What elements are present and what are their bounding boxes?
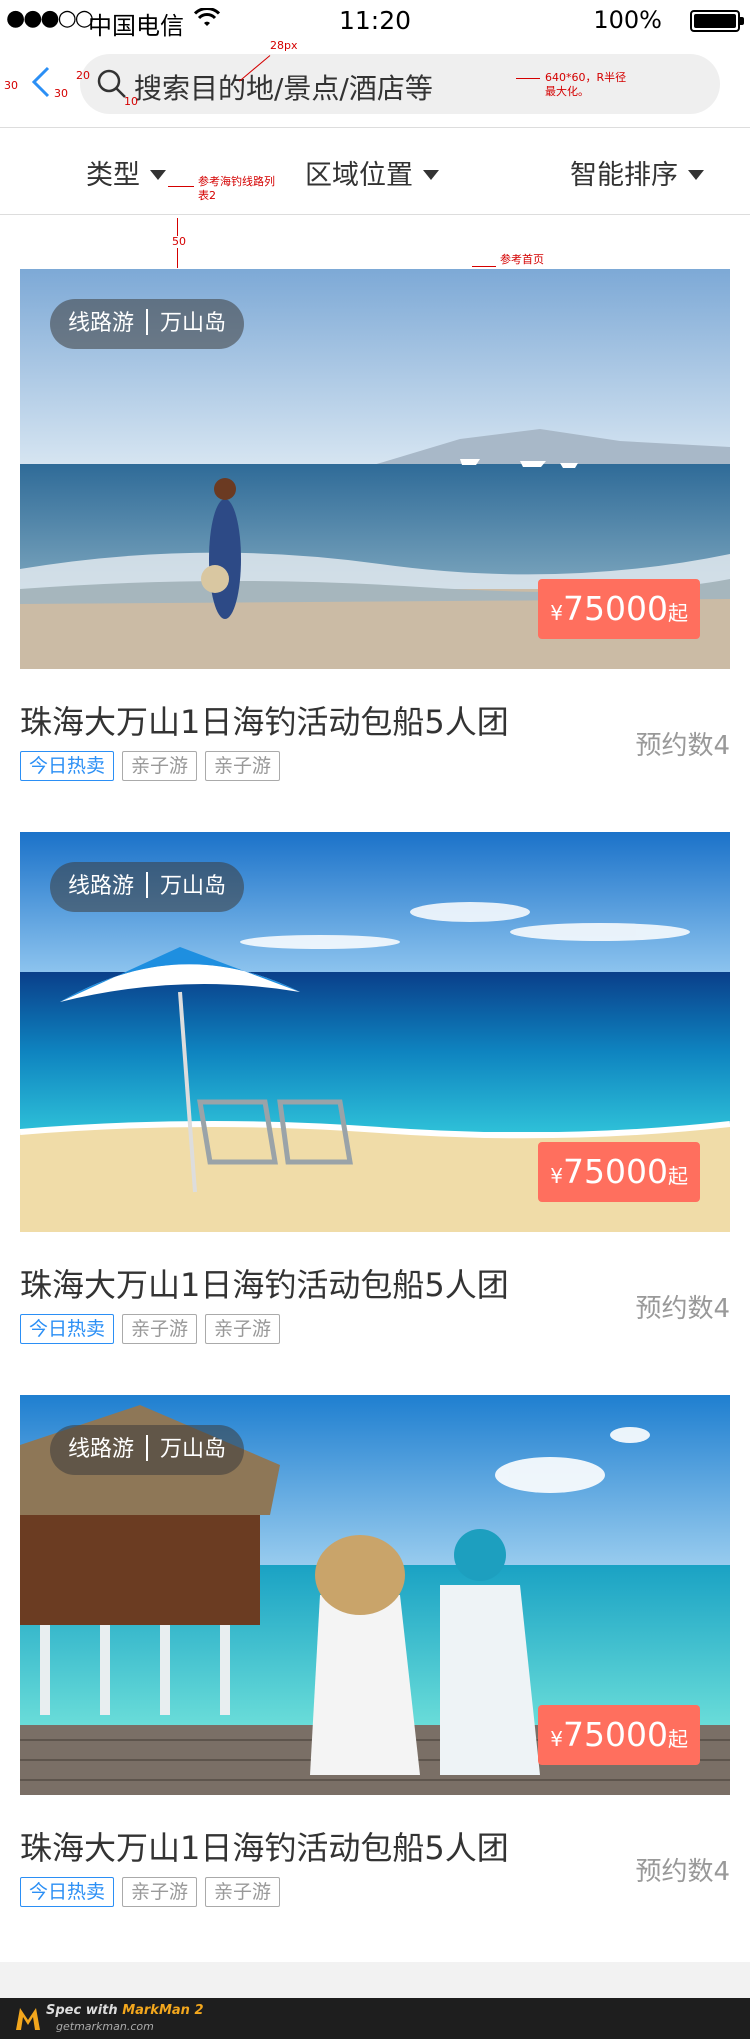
tour-title[interactable]: 珠海大万山1日海钓活动包船5人团 (20, 1823, 509, 1869)
booking-count: 预约数4 (635, 1294, 730, 1324)
annotation-pointer (516, 78, 540, 79)
price-amount: 75000 (563, 1152, 668, 1191)
tag-family: 亲子游 (205, 1877, 281, 1907)
route-type: 线路游 (68, 311, 135, 336)
annotation-search-spec-1: 640*60，R半径 (545, 71, 627, 84)
route-location: 万山岛 (160, 874, 227, 899)
price-tag: ¥75000起 (538, 1142, 700, 1202)
filter-type-dropdown[interactable]: 类型 (86, 153, 166, 192)
annotation-filter-ref-2: 表2 (198, 189, 216, 202)
tour-title[interactable]: 珠海大万山1日海钓活动包船5人团 (20, 1260, 509, 1306)
price-currency: ¥ (550, 1727, 564, 1751)
badge-divider (146, 1435, 149, 1461)
annotation-10: 10 (124, 95, 138, 108)
price-amount: 75000 (563, 1715, 668, 1754)
caret-down-icon (423, 169, 439, 180)
status-bar: ●●●○○ 中国电信 11:20 100% (0, 0, 750, 40)
route-type: 线路游 (68, 1437, 135, 1462)
caret-down-icon (150, 169, 166, 180)
brand-name: MarkMan 2 (122, 2003, 204, 2018)
route-location: 万山岛 (160, 1437, 227, 1462)
badge-divider (146, 872, 149, 898)
annotation-pointer (472, 266, 496, 267)
annotation-20: 20 (76, 69, 90, 82)
tag-family: 亲子游 (122, 1877, 198, 1907)
bottom-spacer (0, 1962, 750, 1998)
annotation-30-left: 30 (4, 79, 18, 92)
price-suffix: 起 (668, 1164, 688, 1188)
tag-list: 今日热卖 亲子游 亲子游 (20, 751, 288, 781)
route-badge: 线路游 万山岛 (50, 299, 245, 349)
route-location: 万山岛 (160, 311, 227, 336)
price-currency: ¥ (550, 601, 564, 625)
route-type: 线路游 (68, 874, 135, 899)
tag-hot-sale: 今日热卖 (20, 1314, 115, 1344)
booking-count: 预约数4 (635, 731, 730, 761)
tag-family: 亲子游 (122, 751, 198, 781)
booking-count: 预约数4 (635, 1857, 730, 1887)
filter-area-dropdown[interactable]: 区域位置 (305, 153, 439, 192)
annotation-search-spec-2: 最大化。 (545, 85, 589, 98)
badge-divider (146, 309, 149, 335)
header: 搜索目的地/景点/酒店等 (0, 40, 750, 128)
caret-down-icon (688, 169, 704, 180)
battery-icon (690, 10, 744, 32)
tag-list: 今日热卖 亲子游 亲子游 (20, 1877, 288, 1907)
search-input[interactable]: 搜索目的地/景点/酒店等 (80, 54, 720, 114)
battery-percent: 100% (593, 6, 662, 34)
filter-type-label: 类型 (86, 160, 140, 191)
tag-family: 亲子游 (205, 751, 281, 781)
annotation-spacing-50: 50 (172, 235, 186, 248)
price-currency: ¥ (550, 1164, 564, 1188)
tag-hot-sale: 今日热卖 (20, 751, 115, 781)
tag-list: 今日热卖 亲子游 亲子游 (20, 1314, 288, 1344)
filter-bar: 类型 区域位置 智能排序 (0, 129, 750, 215)
brand-prefix: Spec with (46, 2003, 123, 2018)
filter-area-label: 区域位置 (305, 160, 413, 191)
price-tag: ¥75000起 (538, 1705, 700, 1765)
filter-sort-label: 智能排序 (570, 160, 678, 191)
tag-family: 亲子游 (122, 1314, 198, 1344)
annotation-28px: 28px (270, 39, 298, 52)
search-placeholder: 搜索目的地/景点/酒店等 (134, 72, 433, 105)
markman-footer: Spec with MarkMan 2 getmarkman.com (0, 1998, 750, 2039)
markman-site: getmarkman.com (56, 2020, 154, 2033)
annotation-pointer (168, 186, 194, 187)
markman-logo-icon (16, 2008, 40, 2030)
tour-title[interactable]: 珠海大万山1日海钓活动包船5人团 (20, 697, 509, 743)
markman-brand: Spec with MarkMan 2 (46, 2003, 204, 2018)
price-tag: ¥75000起 (538, 579, 700, 639)
tag-family: 亲子游 (205, 1314, 281, 1344)
route-badge: 线路游 万山岛 (50, 862, 245, 912)
filter-sort-dropdown[interactable]: 智能排序 (570, 153, 704, 192)
route-badge: 线路游 万山岛 (50, 1425, 245, 1475)
price-suffix: 起 (668, 601, 688, 625)
annotation-filter-ref-1: 参考海钓线路列 (198, 175, 275, 188)
annotation-30-inner: 30 (54, 87, 68, 100)
price-suffix: 起 (668, 1727, 688, 1751)
tag-hot-sale: 今日热卖 (20, 1877, 115, 1907)
price-amount: 75000 (563, 589, 668, 628)
annotation-ref-home: 参考首页 (500, 253, 544, 266)
